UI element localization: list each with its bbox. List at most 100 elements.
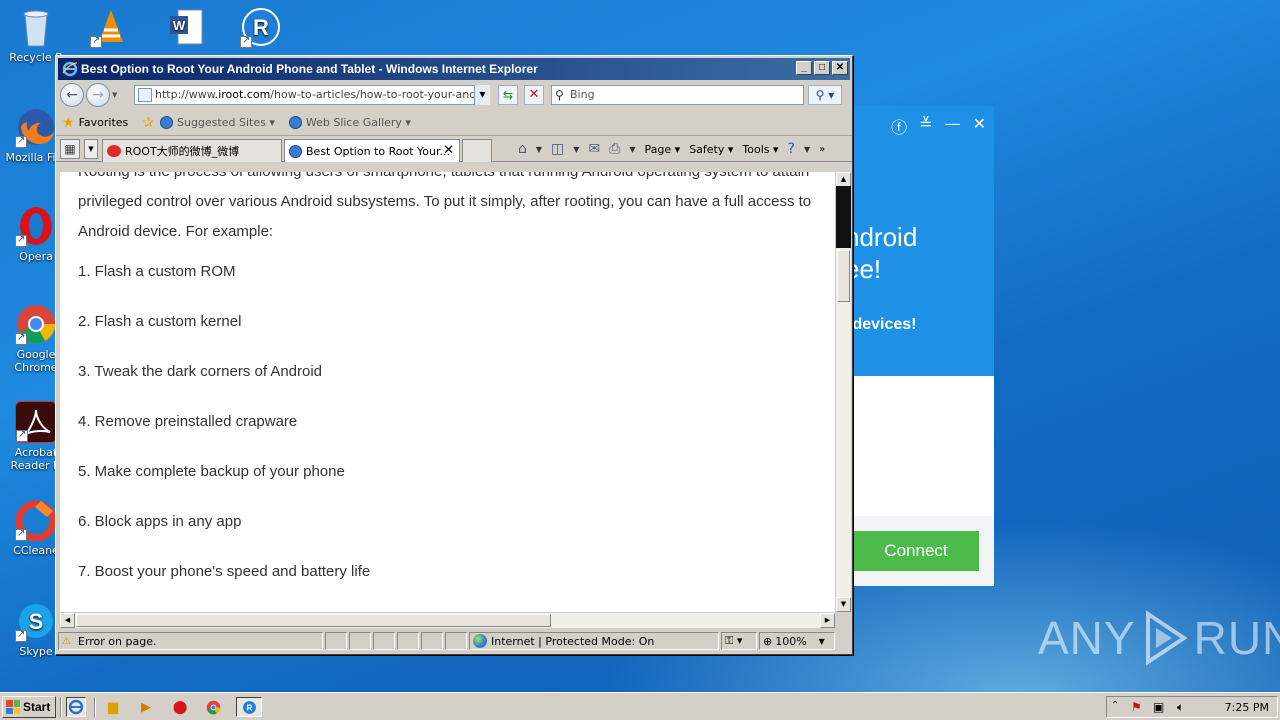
home-dropdown-icon[interactable]: ▼ bbox=[536, 145, 542, 154]
maximize-button[interactable]: □ bbox=[814, 61, 830, 75]
chrome-icon bbox=[15, 303, 57, 345]
ie-page-icon bbox=[160, 116, 173, 129]
feeds-dropdown-icon[interactable]: ▼ bbox=[573, 145, 579, 154]
scroll-up-icon[interactable]: ▲ bbox=[836, 172, 851, 187]
desktop-icon-vlc[interactable] bbox=[76, 6, 146, 51]
horizontal-scroll-thumb[interactable] bbox=[76, 614, 551, 627]
ie-page-icon bbox=[289, 144, 302, 158]
horizontal-scrollbar[interactable]: ◀ ▶ bbox=[60, 612, 835, 628]
back-button[interactable]: ← bbox=[60, 83, 84, 107]
scroll-right-icon[interactable]: ▶ bbox=[820, 613, 835, 628]
history-dropdown-icon[interactable]: ▼ bbox=[112, 91, 117, 99]
search-input[interactable]: ⚲ Bing bbox=[551, 85, 804, 105]
desktop-icon-word[interactable]: W bbox=[152, 6, 222, 51]
forward-button[interactable]: → bbox=[86, 83, 110, 107]
vertical-scroll-thumb[interactable] bbox=[837, 250, 850, 302]
favorites-button[interactable]: ★ Favorites bbox=[62, 115, 128, 131]
tab-list-dropdown-icon[interactable]: ▼ bbox=[84, 139, 98, 159]
popup-close-icon[interactable]: ✕ bbox=[973, 114, 986, 138]
tools-menu[interactable]: Tools ▾ bbox=[742, 143, 778, 156]
home-icon[interactable]: ⌂ bbox=[518, 141, 527, 157]
system-tray: ⌃ ⚑ ▣ 🔈︎ 7:25 PM bbox=[1106, 696, 1278, 718]
help-icon[interactable]: ? bbox=[788, 141, 795, 157]
svg-text:R: R bbox=[246, 703, 252, 712]
facebook-icon[interactable]: ⓕ bbox=[891, 114, 907, 138]
print-icon[interactable]: ⎙ bbox=[609, 141, 620, 157]
help-dropdown-icon[interactable]: ▼ bbox=[804, 145, 810, 154]
scrollbar-corner bbox=[835, 612, 851, 628]
watermark-left-text: ANY bbox=[1038, 612, 1136, 664]
zoom-level: 100% bbox=[775, 634, 807, 648]
taskbar-ie-button[interactable] bbox=[66, 697, 86, 717]
taskbar-separator bbox=[94, 697, 96, 717]
page-menu[interactable]: Page ▾ bbox=[645, 143, 681, 156]
quick-tabs-icon[interactable]: ▦ bbox=[60, 139, 80, 159]
connect-button[interactable]: Connect bbox=[853, 531, 979, 571]
scroll-down-icon[interactable]: ▼ bbox=[836, 597, 851, 612]
tab-close-icon[interactable]: ✕ bbox=[443, 143, 454, 158]
explorer-folder-icon[interactable]: ▆ bbox=[103, 697, 123, 717]
media-player-icon[interactable]: ▶ bbox=[136, 697, 156, 717]
show-hidden-icons-icon[interactable]: ⌃ bbox=[1111, 700, 1119, 711]
svg-text:S: S bbox=[29, 609, 44, 634]
clock[interactable]: 7:25 PM bbox=[1225, 701, 1269, 714]
watermark-right-text: RUN bbox=[1193, 612, 1280, 664]
address-domain: iroot.com bbox=[218, 88, 271, 101]
r-app-taskbar-button[interactable]: R bbox=[236, 697, 262, 717]
status-slot bbox=[349, 632, 371, 650]
command-bar: ⌂ ▼ ◫ ▼ ✉ ⎙ ▼ Page ▾ Safety ▾ Tools ▾ ? ▼ » bbox=[518, 139, 825, 159]
list-item: 4. Remove preinstalled crapware bbox=[78, 413, 298, 430]
action-center-icon[interactable]: ⚑ bbox=[1131, 700, 1142, 714]
anyrun-watermark: ANY RUN bbox=[1038, 610, 1280, 666]
tab-weibo[interactable]: ROOT大师的微博_微博 bbox=[102, 139, 282, 162]
popup-menu-icon[interactable]: ≚ bbox=[919, 114, 932, 138]
scroll-left-icon[interactable]: ◀ bbox=[60, 613, 75, 628]
tab-label: ROOT大师的微博_微博 bbox=[125, 145, 240, 158]
web-slice-gallery-link[interactable]: Web Slice Gallery ▾ bbox=[288, 116, 411, 129]
search-provider-icon: ⚲ bbox=[555, 88, 564, 102]
print-dropdown-icon[interactable]: ▼ bbox=[629, 145, 635, 154]
suggested-sites-link[interactable]: Suggested Sites ▾ bbox=[160, 116, 275, 129]
close-button[interactable]: ✕ bbox=[832, 61, 848, 75]
vertical-scrollbar[interactable]: ▲ ▼ bbox=[835, 172, 851, 612]
r-app-icon: R bbox=[240, 6, 282, 48]
zone-text: Internet | Protected Mode: On bbox=[491, 634, 655, 648]
error-text: Error on page. bbox=[78, 634, 157, 648]
protected-mode-toggle[interactable]: ⚿ ▾ bbox=[721, 632, 757, 650]
chrome-taskbar-icon[interactable] bbox=[203, 697, 223, 717]
lock-settings-icon: ⚿ ▾ bbox=[725, 634, 743, 647]
add-favorites-icon[interactable]: ✰ bbox=[142, 115, 154, 131]
new-tab-button[interactable] bbox=[462, 139, 492, 162]
vlc-icon bbox=[90, 6, 132, 48]
compat-refresh-icon[interactable]: ⇆ bbox=[498, 85, 518, 105]
stop-icon[interactable]: ✕ bbox=[524, 85, 544, 105]
safety-menu[interactable]: Safety ▾ bbox=[689, 143, 733, 156]
volume-icon[interactable]: 🔈︎ bbox=[1177, 700, 1184, 715]
zoom-control[interactable]: ⊕ 100% ▼ bbox=[759, 632, 835, 650]
address-input[interactable]: http://www.iroot.com/how-to-articles/how… bbox=[134, 85, 490, 105]
window-titlebar[interactable]: Best Option to Root Your Android Phone a… bbox=[58, 58, 850, 80]
network-icon[interactable]: ▣ bbox=[1153, 700, 1164, 714]
r-app-icon: R bbox=[242, 700, 256, 714]
address-prefix: http://www. bbox=[155, 88, 219, 101]
play-logo-icon bbox=[1145, 610, 1188, 666]
status-slot bbox=[445, 632, 467, 650]
firefox-icon bbox=[15, 106, 57, 148]
chevron-more-icon[interactable]: » bbox=[819, 144, 825, 155]
opera-taskbar-icon[interactable]: ⬤ bbox=[170, 697, 190, 717]
status-bar: ⚠ Error on page. Internet | Protected Mo… bbox=[58, 631, 850, 651]
zoom-dropdown-icon[interactable]: ▼ bbox=[819, 637, 825, 646]
desktop-icon-r[interactable]: R bbox=[226, 6, 296, 51]
zone-status[interactable]: Internet | Protected Mode: On bbox=[469, 632, 719, 650]
mail-icon[interactable]: ✉ bbox=[588, 141, 600, 157]
minimize-button[interactable]: _ bbox=[796, 61, 812, 75]
feeds-icon[interactable]: ◫ bbox=[551, 141, 564, 157]
window-title: Best Option to Root Your Android Phone a… bbox=[81, 62, 538, 76]
error-status[interactable]: ⚠ Error on page. bbox=[58, 632, 323, 650]
address-dropdown-icon[interactable]: ▼ bbox=[474, 85, 490, 105]
start-button[interactable]: Start bbox=[2, 696, 56, 718]
tab-iroot[interactable]: Best Option to Root Your... ✕ bbox=[284, 139, 460, 162]
status-slot bbox=[325, 632, 347, 650]
search-button[interactable]: ⚲ ▾ bbox=[808, 85, 842, 105]
popup-minimize-icon[interactable]: — bbox=[945, 114, 961, 138]
